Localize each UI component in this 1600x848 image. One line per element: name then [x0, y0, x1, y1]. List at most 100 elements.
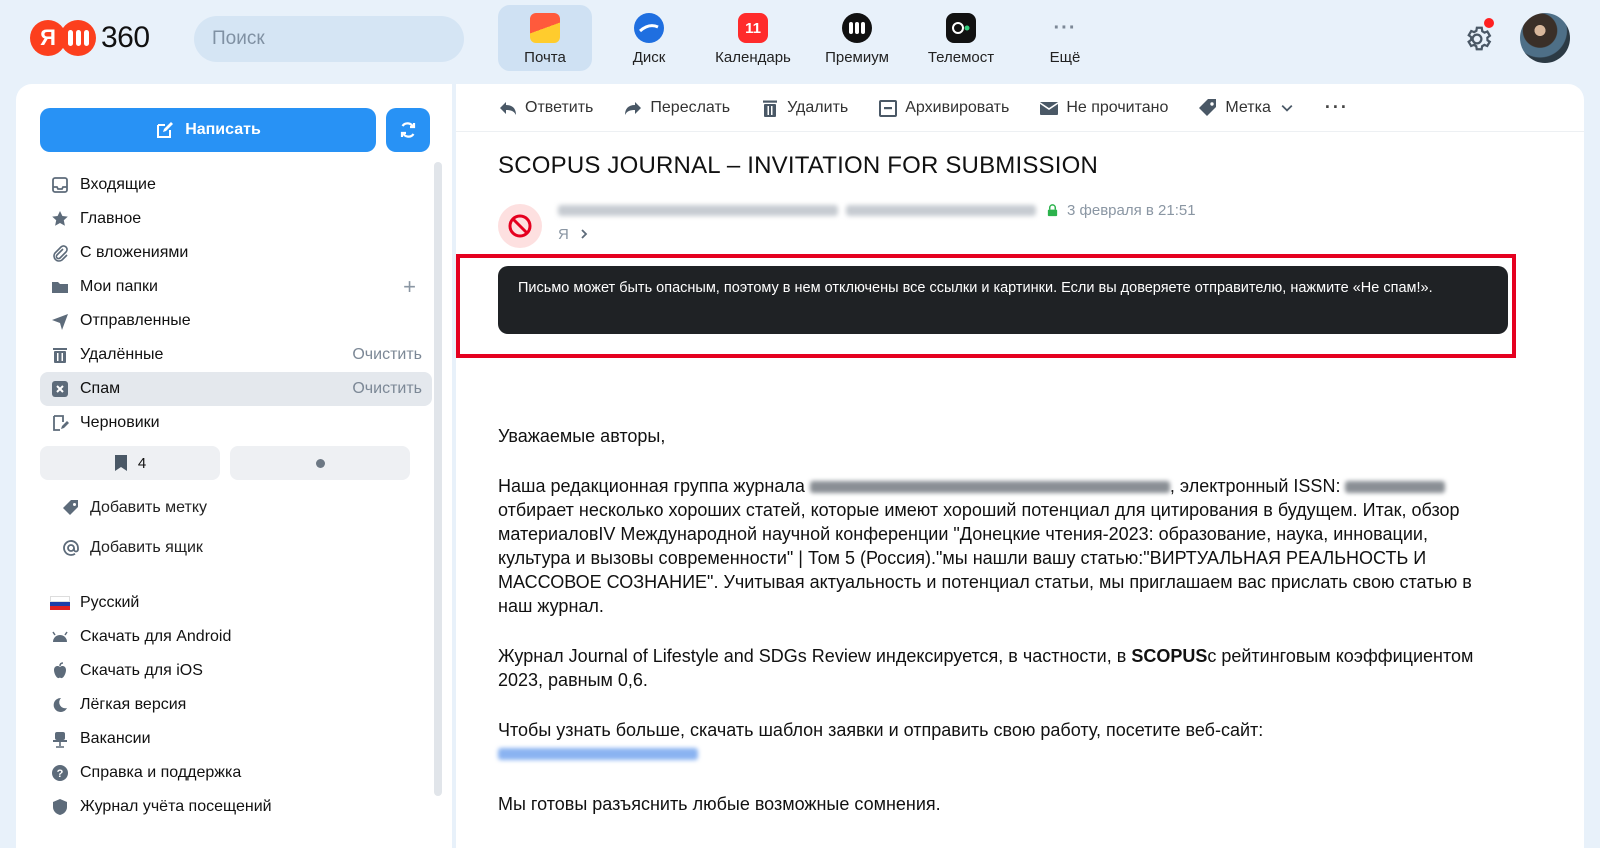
paragraph-2: Журнал Journal of Lifestyle and SDGs Rev… — [498, 644, 1498, 692]
yandex-360-logo[interactable]: Я 360 — [30, 20, 150, 56]
label-text: Метка — [1225, 98, 1271, 116]
trash-icon — [763, 100, 778, 117]
services-bar: Почта Диск 11 Календарь Премиум Телемост… — [498, 5, 1122, 71]
compose-button[interactable]: Написать — [40, 108, 376, 152]
tag-icon — [60, 499, 82, 517]
app-label: Диск — [632, 49, 666, 66]
delete-button[interactable]: Удалить — [760, 98, 848, 118]
message-subject: SCOPUS JOURNAL – INVITATION FOR SUBMISSI… — [498, 152, 1099, 179]
folder-attachments[interactable]: С вложениями — [40, 236, 432, 270]
flag-ru-icon — [50, 593, 70, 613]
shield-icon — [50, 797, 70, 817]
unread-filter[interactable] — [230, 446, 410, 480]
reply-label: Ответить — [525, 98, 594, 116]
link-label: Скачать для iOS — [80, 662, 203, 679]
send-icon — [50, 311, 70, 331]
journal-name-redacted — [809, 481, 1170, 494]
language-link[interactable]: Русский — [40, 586, 432, 620]
message-date: 3 февраля в 21:51 — [1067, 202, 1196, 219]
folder-label: Мои папки — [80, 278, 158, 295]
sender-line[interactable]: 3 февраля в 21:51 — [558, 202, 1196, 219]
clear-deleted-button[interactable]: Очистить — [352, 346, 422, 364]
folder-drafts[interactable]: Черновики — [40, 406, 432, 440]
app-mail[interactable]: Почта — [498, 5, 592, 71]
forward-button[interactable]: Переслать — [623, 98, 730, 118]
message-toolbar: Ответить Переслать Удалить Архивировать … — [456, 84, 1584, 132]
vacancies-link[interactable]: Вакансии — [40, 722, 432, 756]
search-box[interactable] — [194, 16, 464, 62]
chevron-right-icon — [581, 229, 588, 239]
unread-dot-icon — [315, 458, 325, 468]
p2-bold: SCOPUS — [1131, 646, 1208, 666]
add-folder-button[interactable]: + — [403, 276, 416, 298]
app-disk[interactable]: Диск — [602, 5, 696, 71]
message-body: Уважаемые авторы, Наша редакционная груп… — [498, 424, 1498, 842]
app-more[interactable]: ··· Ещё — [1018, 5, 1112, 71]
add-mailbox-text: Добавить ящик — [90, 539, 203, 556]
forward-label: Переслать — [650, 98, 731, 116]
folder-inbox[interactable]: Входящие — [40, 168, 432, 202]
telemost-icon — [946, 13, 976, 43]
folder-important[interactable]: Главное — [40, 202, 432, 236]
ios-link[interactable]: Скачать для iOS — [40, 654, 432, 688]
folder-label: Главное — [80, 210, 142, 227]
website-link-redacted[interactable] — [498, 748, 698, 760]
gear-icon[interactable] — [1462, 24, 1492, 54]
reply-button[interactable]: Ответить — [498, 98, 593, 118]
folder-label: Отправленные — [80, 312, 191, 329]
refresh-button[interactable] — [386, 108, 430, 152]
avatar[interactable] — [1520, 13, 1570, 63]
app-calendar[interactable]: 11 Календарь — [706, 5, 800, 71]
android-link[interactable]: Скачать для Android — [40, 620, 432, 654]
label-dropdown[interactable]: Метка — [1198, 98, 1294, 118]
link-label: Скачать для Android — [80, 628, 232, 645]
more-actions-button[interactable]: ··· — [1325, 97, 1349, 118]
bookmark-icon — [114, 455, 127, 471]
footer-links: Русский Скачать для Android Скачать для … — [40, 586, 432, 824]
app-label: Почта — [524, 49, 566, 66]
add-mailbox-button[interactable]: Добавить ящик — [60, 528, 420, 568]
paragraph-1: Наша редакционная группа журнала , элект… — [498, 474, 1498, 618]
inbox-icon — [50, 175, 70, 195]
clear-spam-button[interactable]: Очистить — [352, 380, 422, 398]
folder-icon — [50, 277, 70, 297]
compose-icon — [157, 122, 174, 138]
archive-button[interactable]: Архивировать — [878, 98, 1009, 118]
blocked-sender-icon[interactable] — [498, 204, 542, 248]
paperclip-icon — [50, 243, 70, 263]
app-label: Телемост — [927, 49, 995, 66]
moon-icon — [50, 695, 70, 715]
at-icon — [60, 539, 82, 557]
more-icon: ··· — [1053, 16, 1077, 39]
help-link[interactable]: ? Справка и поддержка — [40, 756, 432, 790]
visit-log-link[interactable]: Журнал учёта посещений — [40, 790, 432, 824]
search-input[interactable] — [212, 28, 457, 50]
archive-label: Архивировать — [905, 98, 1010, 116]
svg-text:?: ? — [57, 768, 64, 780]
sidebar-scrollbar[interactable] — [434, 162, 442, 796]
quick-filters: 4 — [40, 446, 410, 480]
add-label-button[interactable]: Добавить метку — [60, 488, 420, 528]
app-label: Ещё — [1049, 49, 1081, 66]
paragraph-3: Чтобы узнать больше, скачать шаблон заяв… — [498, 718, 1498, 766]
disk-icon — [634, 13, 664, 43]
folder-deleted[interactable]: Удалённые Очистить — [40, 338, 432, 372]
forward-icon — [625, 101, 642, 115]
bookmark-count: 4 — [137, 454, 147, 472]
recipient-line[interactable]: Я — [558, 226, 589, 243]
sidebar: Написать Входящие Главное С вложениями М… — [16, 84, 452, 848]
app-telemost[interactable]: Телемост — [914, 5, 1008, 71]
p2-start: Журнал Journal of Lifestyle and SDGs Rev… — [498, 646, 1127, 666]
tag-icon — [1199, 98, 1217, 116]
folder-sent[interactable]: Отправленные — [40, 304, 432, 338]
logo-text: 360 — [101, 21, 150, 54]
link-label: Лёгкая версия — [80, 696, 187, 713]
lite-version-link[interactable]: Лёгкая версия — [40, 688, 432, 722]
notification-dot — [1484, 18, 1494, 28]
app-premium[interactable]: Премиум — [810, 5, 904, 71]
mark-unread-button[interactable]: Не прочитано — [1039, 98, 1168, 118]
bookmarked-filter[interactable]: 4 — [40, 446, 220, 480]
p1-issn: , электронный ISSN: — [1169, 476, 1341, 496]
folder-my-folders[interactable]: Мои папки + — [40, 270, 432, 304]
folder-spam[interactable]: Спам Очистить — [40, 372, 432, 406]
